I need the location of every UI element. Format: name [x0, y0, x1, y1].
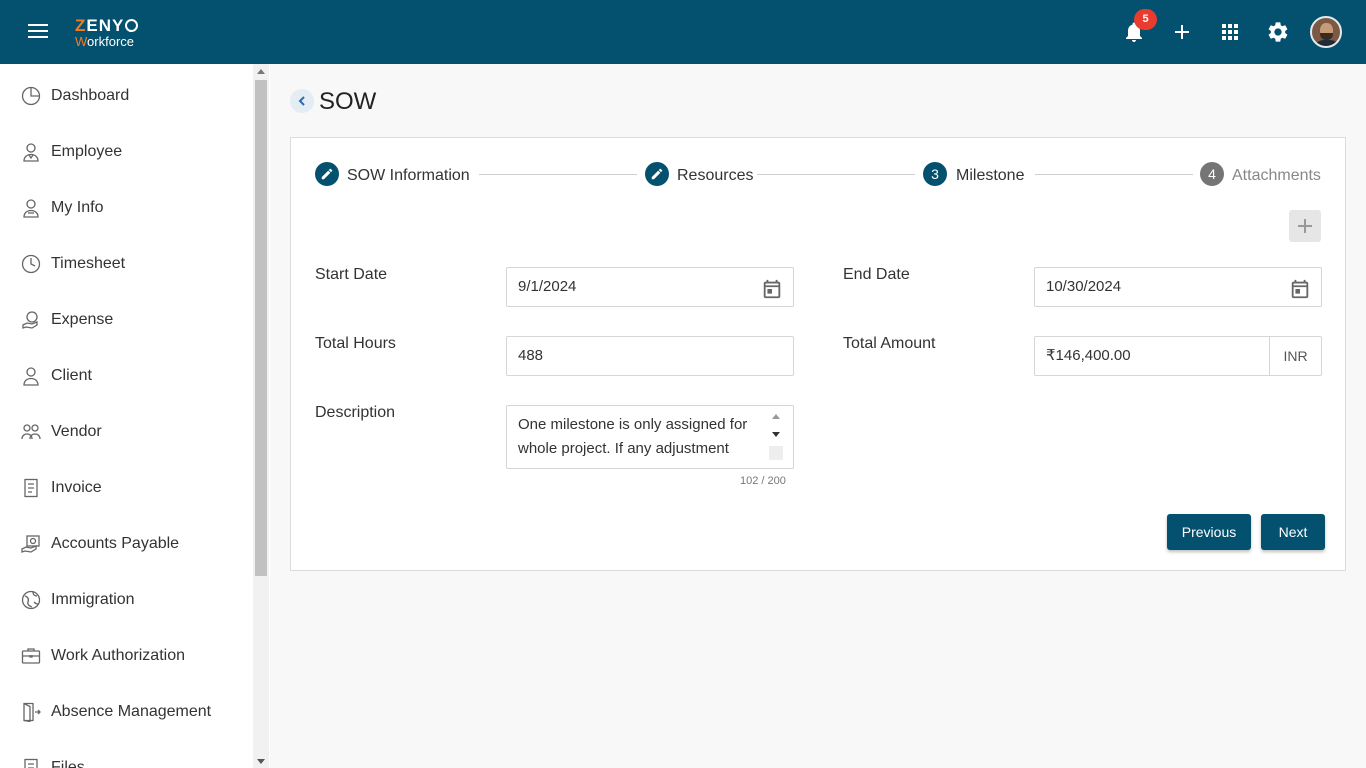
- scroll-down-arrow-icon[interactable]: [257, 759, 265, 764]
- menu-icon[interactable]: [28, 24, 50, 40]
- total-amount-value: ₹146,400.00: [1046, 347, 1131, 364]
- sidebar-item-label: Work Authorization: [51, 647, 185, 664]
- total-amount-field[interactable]: ₹146,400.00 INR: [1034, 336, 1322, 376]
- step-1-label[interactable]: SOW Information: [347, 167, 470, 185]
- sidebar-item-accounts-payable[interactable]: Accounts Payable: [0, 516, 252, 572]
- person-icon: [21, 366, 41, 386]
- sidebar-scrollbar[interactable]: [253, 64, 269, 768]
- sidebar-item-absence-management[interactable]: Absence Management: [0, 684, 252, 740]
- apps-grid-icon[interactable]: [1218, 20, 1242, 44]
- plus-icon: [1298, 219, 1312, 233]
- sidebar-item-vendor[interactable]: Vendor: [0, 404, 252, 460]
- scroll-up-arrow-icon[interactable]: [772, 414, 780, 419]
- sidebar-item-label: Absence Management: [51, 703, 212, 720]
- total-amount-label: Total Amount: [843, 335, 936, 352]
- sidebar-item-label: Immigration: [51, 591, 135, 608]
- step-4-label[interactable]: Attachments: [1232, 167, 1321, 185]
- step-connector: [479, 174, 637, 175]
- sidebar-item-immigration[interactable]: Immigration: [0, 572, 252, 628]
- add-milestone-button[interactable]: [1289, 210, 1321, 242]
- description-value: One milestone is only assigned for whole…: [518, 416, 748, 457]
- character-counter: 102 / 200: [740, 475, 786, 487]
- sidebar-item-label: Client: [51, 367, 92, 384]
- globe-icon: [21, 590, 41, 610]
- end-date-field[interactable]: 10/30/2024: [1034, 267, 1322, 307]
- payable-icon: [21, 534, 41, 554]
- scroll-down-arrow-icon[interactable]: [772, 432, 780, 437]
- sidebar-item-invoice[interactable]: Invoice: [0, 460, 252, 516]
- sidebar: Dashboard Employee My Info Timesheet Exp…: [0, 64, 270, 768]
- total-hours-label: Total Hours: [315, 335, 396, 352]
- sidebar-item-employee[interactable]: Employee: [0, 124, 252, 180]
- step-connector: [1035, 174, 1193, 175]
- vendor-icon: [21, 422, 41, 442]
- description-textarea[interactable]: One milestone is only assigned for whole…: [506, 405, 794, 469]
- step-3-marker[interactable]: 3: [923, 162, 947, 186]
- plus-icon[interactable]: [1170, 20, 1194, 44]
- sidebar-item-files[interactable]: Files: [0, 740, 252, 768]
- logo-eny: ENY: [86, 16, 125, 35]
- top-app-bar: ZENY Workforce 5: [0, 0, 1366, 64]
- dashboard-icon: [21, 86, 41, 106]
- step-3-label[interactable]: Milestone: [956, 167, 1024, 185]
- sidebar-item-my-info[interactable]: My Info: [0, 180, 252, 236]
- scrollbar-thumb[interactable]: [255, 80, 267, 576]
- clock-icon: [21, 254, 41, 274]
- invoice-icon: [21, 478, 41, 498]
- logo-z: Z: [75, 16, 87, 35]
- sidebar-item-label: Timesheet: [51, 255, 126, 272]
- sidebar-item-label: Employee: [51, 143, 123, 160]
- end-date-value: 10/30/2024: [1046, 278, 1122, 295]
- textarea-scrollbar[interactable]: [769, 412, 783, 460]
- end-date-label: End Date: [843, 266, 910, 283]
- logo-o-icon: [125, 19, 139, 32]
- next-button[interactable]: Next: [1261, 514, 1325, 550]
- sidebar-item-work-authorization[interactable]: Work Authorization: [0, 628, 252, 684]
- sidebar-item-label: Expense: [51, 311, 114, 328]
- start-date-label: Start Date: [315, 266, 388, 283]
- logo[interactable]: ZENY Workforce: [75, 16, 139, 49]
- step-connector: [757, 174, 915, 175]
- currency-suffix: INR: [1269, 337, 1321, 375]
- sidebar-item-label: Invoice: [51, 479, 102, 496]
- expense-icon: [21, 310, 41, 330]
- step-4-marker[interactable]: 4: [1200, 162, 1224, 186]
- page-title: SOW: [319, 88, 377, 115]
- exit-door-icon: [21, 702, 41, 723]
- file-icon: [21, 758, 41, 768]
- logo-w: W: [75, 34, 88, 49]
- sidebar-item-label: Files: [51, 759, 85, 768]
- back-button[interactable]: [290, 89, 314, 113]
- calendar-icon[interactable]: [761, 277, 783, 299]
- sow-form-card: SOW Information Resources 3 Milestone 4 …: [290, 137, 1346, 571]
- step-2-label[interactable]: Resources: [677, 167, 753, 185]
- logo-workforce: orkforce: [87, 34, 135, 49]
- calendar-icon[interactable]: [1289, 277, 1311, 299]
- sidebar-item-dashboard[interactable]: Dashboard: [0, 68, 252, 124]
- briefcase-icon: [21, 646, 41, 666]
- my-info-icon: [21, 198, 41, 218]
- sidebar-item-expense[interactable]: Expense: [0, 292, 252, 348]
- step-1-edit-icon[interactable]: [315, 162, 339, 186]
- sidebar-item-label: Accounts Payable: [51, 535, 180, 552]
- sidebar-item-label: My Info: [51, 199, 104, 216]
- avatar[interactable]: [1310, 16, 1342, 48]
- gear-icon[interactable]: [1266, 20, 1290, 44]
- sidebar-item-label: Dashboard: [51, 87, 130, 104]
- total-hours-field[interactable]: 488: [506, 336, 794, 376]
- start-date-value: 9/1/2024: [518, 278, 577, 295]
- sidebar-item-client[interactable]: Client: [0, 348, 252, 404]
- sidebar-item-label: Vendor: [51, 423, 102, 440]
- notification-badge[interactable]: 5: [1134, 9, 1157, 30]
- scroll-up-arrow-icon[interactable]: [257, 69, 265, 74]
- start-date-field[interactable]: 9/1/2024: [506, 267, 794, 307]
- employee-icon: [21, 142, 41, 162]
- chevron-left-icon: [298, 96, 305, 106]
- description-label: Description: [315, 404, 396, 421]
- resize-grip-icon[interactable]: [769, 446, 783, 460]
- previous-button[interactable]: Previous: [1167, 514, 1251, 550]
- sidebar-item-timesheet[interactable]: Timesheet: [0, 236, 252, 292]
- step-2-edit-icon[interactable]: [645, 162, 669, 186]
- total-hours-value: 488: [518, 347, 544, 364]
